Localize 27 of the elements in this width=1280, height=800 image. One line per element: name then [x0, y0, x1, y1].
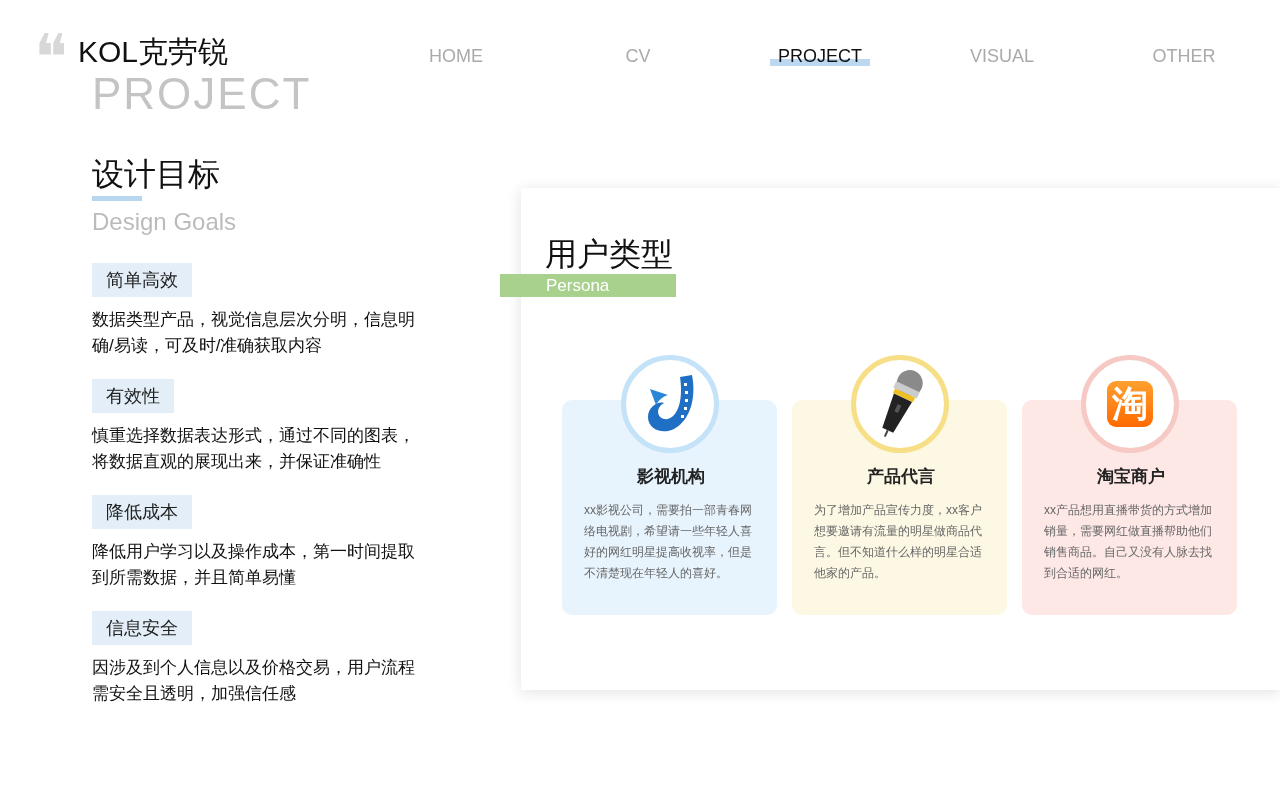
- accent-bar: [92, 196, 142, 201]
- goal-description: 因涉及到个人信息以及价格交易，用户流程需安全且透明，加强信任感: [92, 657, 416, 705]
- nav-tab[interactable]: VISUAL: [916, 46, 1088, 66]
- backdrop-text: PROJECT: [92, 72, 312, 116]
- section-subtitle: Design Goals: [92, 207, 238, 237]
- persona-description: 为了增加产品宣传力度，xx客户想要邀请有流量的明星做商品代言。但不知道什么样的明星合适他家的产品。: [814, 502, 983, 582]
- persona-title: 产品代言: [865, 466, 936, 488]
- goal-description: 数据类型产品，视觉信息层次分明，信息明确/易读，可及时/准确获取内容: [92, 309, 416, 357]
- nav-tab[interactable]: OTHER: [1098, 46, 1270, 66]
- section-title: 设计目标: [92, 155, 221, 194]
- persona-description: xx产品想用直播带货的方式增加销量，需要网红做直播帮助他们销售商品。自己又没有人脉去找到合适的网红。: [1044, 502, 1213, 582]
- quote-mark: ❝: [34, 28, 64, 72]
- persona-title: 影视机构: [635, 466, 706, 488]
- nav-tab[interactable]: CV: [552, 46, 724, 66]
- goal-tag: 有效性: [92, 379, 174, 413]
- persona-label: Persona: [500, 274, 676, 297]
- persona-title: 淘宝商户: [1095, 466, 1166, 488]
- goal-description: 慎重选择数据表达形式，通过不同的图表，将数据直观的展现出来，并保证准确性: [92, 425, 416, 473]
- goal-tag: 简单高效: [92, 263, 192, 297]
- persona-description: xx影视公司，需要拍一部青春网络电视剧，希望请一些年轻人喜好的网红明星提高收视率，但是不清楚现在年轻人的喜好。: [584, 502, 753, 582]
- goal-description: 降低用户学习以及操作成本，第一时间提取到所需数据，并且简单易懂: [92, 541, 416, 589]
- panel-title: 用户类型: [545, 235, 674, 274]
- nav-tab[interactable]: HOME: [370, 46, 542, 66]
- logo-text: KOL克劳锐: [78, 34, 229, 70]
- shop-logo-icon: 淘: [1107, 381, 1153, 427]
- goal-tag: 降低成本: [92, 495, 192, 529]
- goal-tag: 信息安全: [92, 611, 192, 645]
